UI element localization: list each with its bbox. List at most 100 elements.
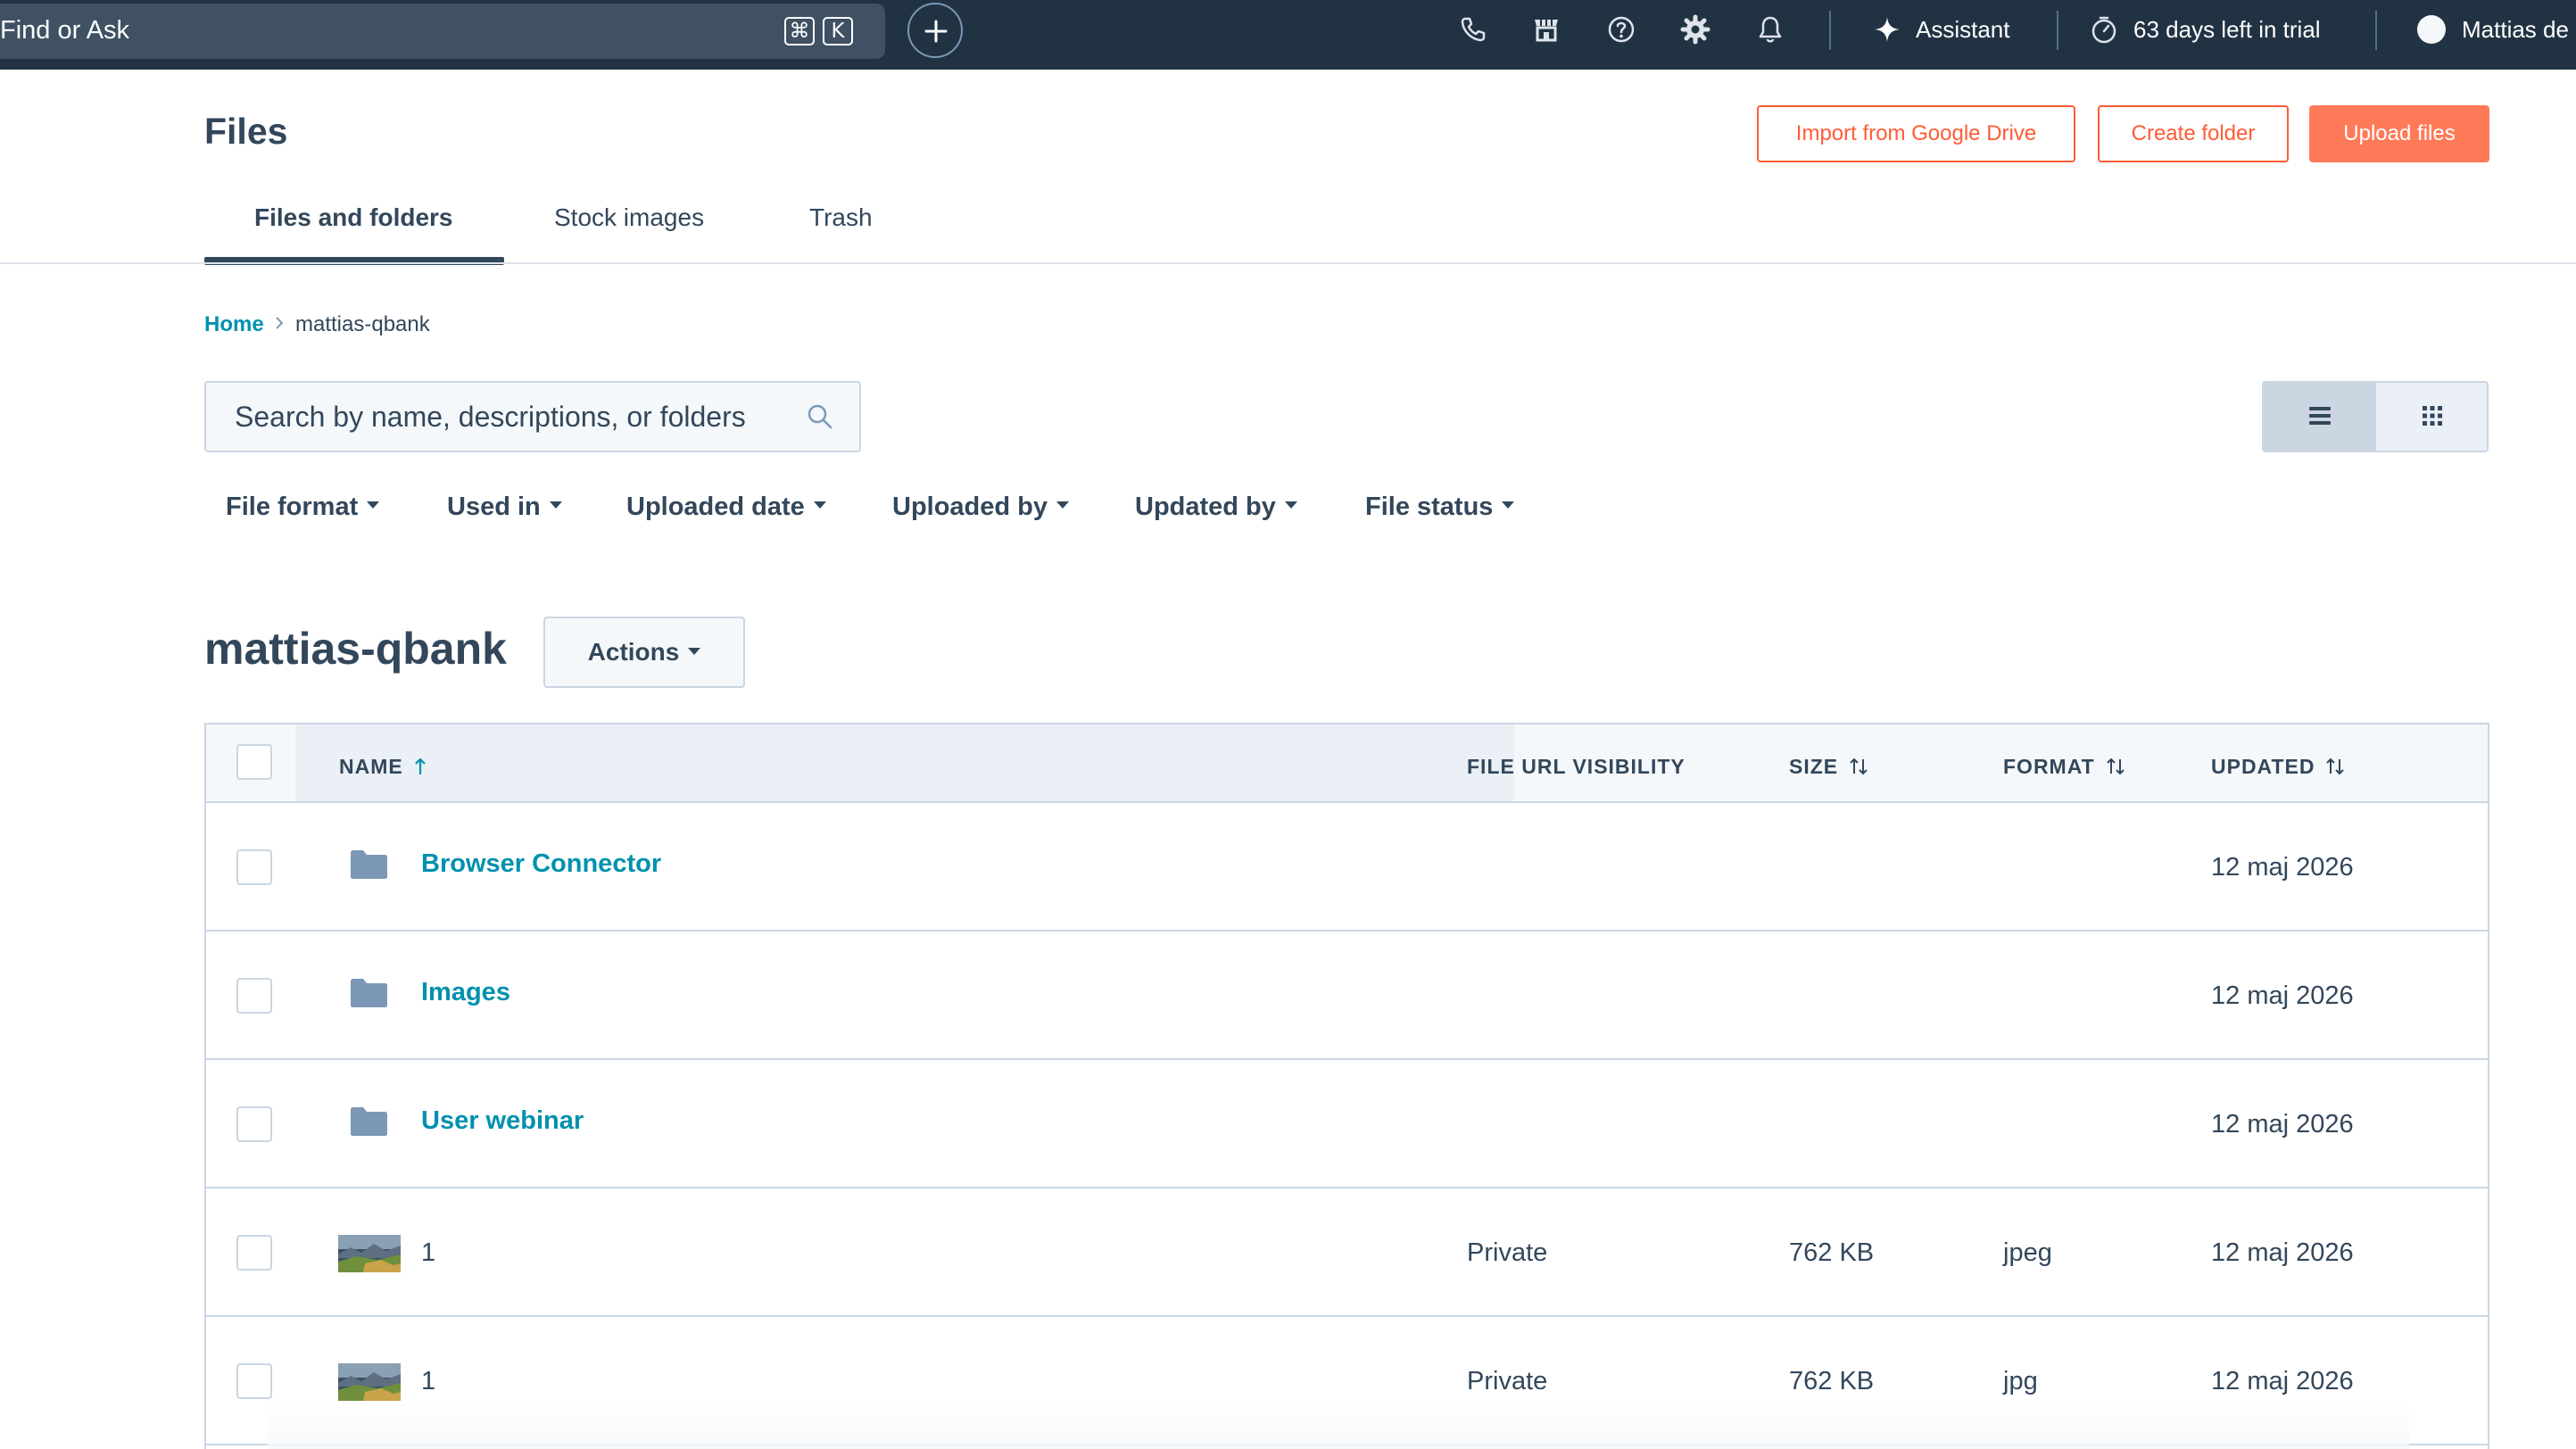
upload-files-button[interactable]: Upload files [2309, 105, 2489, 162]
sort-ascending-icon [414, 758, 426, 774]
column-header-name[interactable]: NAME [339, 755, 427, 779]
list-icon [2309, 407, 2331, 425]
settings-button[interactable] [1680, 14, 1710, 45]
calling-button[interactable] [1458, 14, 1488, 45]
find-or-ask-label: Find or Ask [0, 16, 130, 45]
filter-file-format[interactable]: File format [226, 493, 380, 522]
list-view-button[interactable] [2264, 383, 2376, 451]
tabs-divider [0, 262, 2576, 264]
updated-date: 12 maj 2026 [2211, 853, 2354, 882]
caret-down-icon [367, 501, 380, 509]
column-header-updated[interactable]: UPDATED [2211, 755, 2345, 779]
file-format: jpg [2003, 1367, 2038, 1395]
nav-divider [1829, 11, 1831, 50]
column-header-file-url-visibility[interactable]: FILE URL VISIBILITY [1467, 755, 1686, 779]
filter-updated-by[interactable]: Updated by [1135, 493, 1297, 522]
select-all-checkbox[interactable] [236, 744, 272, 780]
marketplace-icon [1535, 20, 1558, 42]
row-checkbox[interactable] [236, 1363, 272, 1399]
filter-uploaded-by[interactable]: Uploaded by [892, 493, 1070, 522]
file-size: 762 KB [1789, 1238, 1875, 1267]
nav-divider [2057, 11, 2058, 50]
help-icon [1608, 16, 1635, 43]
notifications-button[interactable] [1755, 14, 1785, 45]
plus-icon [924, 20, 948, 43]
files-table: NAME FILE URL VISIBILITY SIZE FORMAT UPD… [204, 723, 2489, 1449]
search-input[interactable] [235, 399, 788, 435]
updated-date: 12 maj 2026 [2211, 1110, 2354, 1138]
updated-date: 12 maj 2026 [2211, 1367, 2354, 1395]
help-button[interactable] [1606, 14, 1636, 45]
filter-file-status[interactable]: File status [1365, 493, 1515, 522]
updated-date: 12 maj 2026 [2211, 1238, 2354, 1267]
table-row: User webinar 12 maj 2026 [206, 1060, 2488, 1188]
filter-used-in[interactable]: Used in [447, 493, 562, 522]
name-column-header-bg [295, 724, 1514, 801]
file-search-box [204, 381, 861, 452]
assistant-button[interactable]: Assistant [1916, 16, 2010, 44]
table-row: Images 12 maj 2026 [206, 932, 2488, 1060]
settings-icon [1680, 14, 1710, 45]
filter-uploaded-date[interactable]: Uploaded date [626, 493, 826, 522]
folder-name-link[interactable]: User webinar [421, 1106, 584, 1136]
actions-dropdown-button[interactable]: Actions [543, 617, 745, 688]
image-thumbnail[interactable] [338, 1363, 401, 1401]
tab-trash[interactable]: Trash [809, 203, 873, 232]
caret-down-icon [1056, 501, 1070, 509]
breadcrumb-home-link[interactable]: Home [204, 312, 264, 337]
tab-stock-images[interactable]: Stock images [554, 203, 704, 232]
chevron-right-icon [276, 317, 284, 329]
import-google-drive-button[interactable]: Import from Google Drive [1757, 105, 2075, 162]
folder-icon [351, 850, 387, 879]
folder-name-link[interactable]: Browser Connector [421, 849, 661, 879]
user-account-menu[interactable]: Mattias de [2462, 16, 2569, 44]
nav-divider [2375, 11, 2377, 50]
avatar[interactable] [2417, 15, 2446, 44]
updated-date: 12 maj 2026 [2211, 981, 2354, 1010]
row-checkbox[interactable] [236, 849, 272, 885]
file-url-visibility: Private [1467, 1367, 1548, 1395]
page-title: Files [204, 111, 288, 152]
folder-icon [351, 1107, 387, 1136]
row-checkbox[interactable] [236, 978, 272, 1014]
timer-icon [2091, 16, 2116, 44]
table-header: NAME FILE URL VISIBILITY SIZE FORMAT UPD… [206, 724, 2488, 803]
column-header-size[interactable]: SIZE [1789, 755, 1868, 779]
caret-down-icon [549, 501, 562, 509]
trial-timer [2089, 14, 2119, 45]
image-thumbnail[interactable] [338, 1235, 401, 1272]
bell-icon [1759, 16, 1782, 43]
file-url-visibility: Private [1467, 1238, 1548, 1267]
sort-icon [2106, 758, 2125, 775]
file-size: 762 KB [1789, 1367, 1875, 1395]
caret-down-icon [1284, 501, 1297, 509]
trial-days-left[interactable]: 63 days left in trial [2133, 16, 2321, 44]
sparkle-icon [1875, 17, 1900, 42]
file-name[interactable]: 1 [421, 1367, 435, 1396]
find-or-ask-search[interactable]: Find or Ask ⌘ K [0, 4, 885, 59]
top-navigation-bar: Find or Ask ⌘ K Assistant 63 days left i… [0, 0, 2576, 70]
table-row: Browser Connector 12 maj 2026 [206, 803, 2488, 932]
tab-files-and-folders[interactable]: Files and folders [254, 203, 453, 232]
table-row: 1 Private 762 KB jpeg 12 maj 2026 [206, 1188, 2488, 1317]
column-header-format[interactable]: FORMAT [2003, 755, 2125, 779]
row-checkbox[interactable] [236, 1106, 272, 1142]
folder-name-link[interactable]: Images [421, 978, 510, 1007]
create-folder-button[interactable]: Create folder [2098, 105, 2289, 162]
breadcrumb-current-folder: mattias-qbank [295, 312, 430, 336]
row-checkbox[interactable] [236, 1235, 272, 1271]
caret-down-icon [1502, 501, 1515, 509]
search-icon[interactable] [804, 401, 836, 433]
marketplace-button[interactable] [1531, 14, 1561, 45]
create-new-button[interactable] [907, 3, 963, 58]
scroll-fade-overlay [268, 1401, 2409, 1449]
grid-view-button[interactable] [2376, 383, 2487, 451]
sort-icon [2326, 758, 2345, 775]
caret-down-icon [813, 501, 826, 509]
sort-icon [1850, 758, 1868, 775]
file-name[interactable]: 1 [421, 1238, 435, 1268]
assistant-sparkle [1872, 14, 1902, 45]
caret-down-icon [688, 647, 701, 655]
view-mode-toggle [2262, 381, 2489, 452]
k-key-hint: K [823, 17, 853, 46]
